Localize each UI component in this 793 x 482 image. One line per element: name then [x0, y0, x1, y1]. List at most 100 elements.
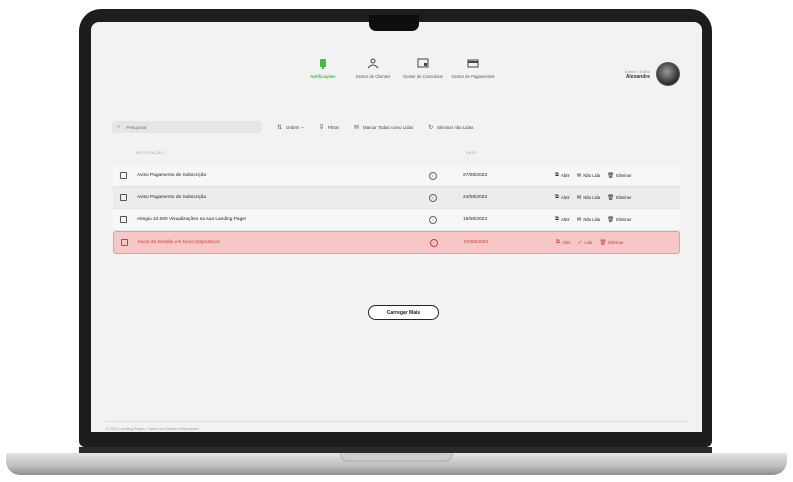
- open-button[interactable]: ⧉ Abrir: [555, 216, 570, 223]
- sort-icon: ⇅: [277, 124, 283, 131]
- laptop-opening-notch: [340, 453, 453, 462]
- trash-icon: 🗑: [607, 172, 615, 179]
- mark-unread-button[interactable]: ✉ Não Lida: [577, 216, 600, 223]
- chevron-down-icon: ⌄: [299, 124, 305, 129]
- table-row-unread[interactable]: Início de Sessão em Novo Dispositivo! i …: [113, 231, 680, 254]
- mark-unread-label: Não Lida: [583, 195, 601, 200]
- mark-read-label: Lida: [584, 240, 593, 245]
- trash-icon: 🗑: [599, 239, 607, 246]
- user-menu[interactable]: Admin / Editor Alexandre: [625, 62, 680, 86]
- content-icon: [417, 58, 429, 68]
- top-nav: Notificações Gestor de Clientes Gestor d…: [301, 58, 495, 79]
- toolbar: ⌕ ⇅ Ordem ⌄ ⊽ Filtrar ✉ Marcar Todas com…: [112, 121, 680, 133]
- nav-clients[interactable]: Gestor de Clientes: [351, 58, 395, 79]
- notification-text: Aviso Pagamento de Subscrição: [137, 173, 207, 178]
- delete-button[interactable]: 🗑 Eliminar: [599, 239, 623, 246]
- notification-date: 07/08/2023: [464, 240, 489, 245]
- search-box[interactable]: ⌕: [112, 121, 262, 133]
- notification-date: 24/08/2023: [463, 195, 488, 200]
- table-row[interactable]: Aviso Pagamento de Subscrição i 24/08/20…: [113, 187, 680, 209]
- col-notification[interactable]: NOTIFICAÇÃO ↓: [136, 150, 166, 155]
- mark-all-read-button[interactable]: ✉ Marcar Todas como Lidas: [354, 124, 413, 131]
- filter-label: Filtrar: [327, 124, 339, 130]
- open-icon: ⧉: [556, 239, 560, 245]
- notification-date: 27/08/2023: [463, 173, 488, 178]
- user-name: Alexandre: [625, 73, 650, 80]
- camera-notch: [369, 15, 419, 31]
- sort-button[interactable]: ⇅ Ordem ⌄: [277, 124, 304, 131]
- open-label: Abrir: [560, 173, 570, 178]
- mail-icon: ✉: [576, 172, 582, 179]
- open-label: Abrir: [561, 240, 571, 245]
- mark-read-button[interactable]: ✓ Lida: [578, 239, 593, 246]
- check-icon: ✓: [577, 239, 583, 246]
- mark-unread-label: Não Lida: [583, 173, 601, 178]
- users-icon: [367, 58, 379, 69]
- open-button[interactable]: ⧉ Abrir: [555, 194, 570, 201]
- avatar[interactable]: [656, 62, 680, 86]
- row-checkbox[interactable]: [120, 194, 127, 201]
- delete-label: Eliminar: [608, 240, 624, 245]
- load-more-button[interactable]: Carregar Mais: [368, 305, 439, 320]
- mail-icon: ✉: [354, 124, 360, 131]
- open-icon: ⧉: [555, 194, 559, 200]
- open-button[interactable]: ⧉ Abrir: [556, 239, 571, 246]
- info-icon: i: [430, 238, 438, 247]
- mark-all-read-label: Marcar Todas como Lidas: [363, 124, 414, 130]
- open-icon: ⧉: [555, 172, 559, 178]
- footer-text: © 2023 Landing Pages • Todos os Direitos…: [106, 427, 199, 431]
- delete-label: Eliminar: [616, 217, 632, 222]
- delete-button[interactable]: 🗑 Eliminar: [607, 194, 631, 201]
- open-icon: ⧉: [555, 216, 559, 222]
- notification-text: Aviso Pagamento de Subscrição: [137, 195, 207, 200]
- table-row[interactable]: Atingiu 10.000 Visualizações na sua Land…: [113, 209, 680, 231]
- delete-label: Eliminar: [616, 195, 632, 200]
- nav-contents[interactable]: Gestor de Conteúdos: [401, 58, 445, 79]
- mark-unread-button[interactable]: ✉ Não Lida: [577, 172, 600, 179]
- nav-payments[interactable]: Gestor de Pagamentos: [451, 58, 495, 79]
- info-icon: i: [429, 171, 437, 180]
- table-row[interactable]: Aviso Pagamento de Subscrição i 27/08/20…: [113, 165, 680, 187]
- mail-icon: ✉: [576, 194, 582, 201]
- nav-notifications[interactable]: Notificações: [301, 58, 345, 79]
- mark-unread-button[interactable]: ✉ Não Lida: [577, 194, 600, 201]
- info-icon: i: [429, 215, 437, 224]
- trash-icon: 🗑: [607, 194, 615, 201]
- sort-label: Ordem: [286, 124, 300, 130]
- delete-button[interactable]: 🗑 Eliminar: [607, 216, 631, 223]
- search-icon: ⌕: [117, 123, 121, 130]
- notification-date: 15/08/2023: [463, 217, 488, 222]
- delete-button[interactable]: 🗑 Eliminar: [607, 172, 631, 179]
- app-screen: Notificações Gestor de Clientes Gestor d…: [91, 22, 702, 432]
- footer-divider: [105, 421, 688, 422]
- refresh-icon: ↻: [428, 124, 434, 131]
- delete-label: Eliminar: [616, 173, 632, 178]
- bell-icon: [320, 59, 326, 69]
- search-input[interactable]: [124, 123, 229, 131]
- table-header: NOTIFICAÇÃO ↓ DATA ↓: [136, 150, 476, 160]
- trash-icon: 🗑: [607, 216, 615, 223]
- info-icon: i: [429, 193, 437, 202]
- open-label: Abrir: [560, 195, 570, 200]
- filter-button[interactable]: ⊽ Filtrar: [319, 124, 339, 131]
- col-date[interactable]: DATA ↓: [466, 150, 476, 160]
- nav-label: Gestor de Conteúdos: [403, 74, 443, 79]
- open-button[interactable]: ⧉ Abrir: [555, 172, 570, 179]
- nav-label: Gestor de Pagamentos: [451, 74, 495, 79]
- nav-label: Gestor de Clientes: [355, 74, 391, 79]
- notification-text: Início de Sessão em Novo Dispositivo!: [138, 240, 220, 245]
- nav-label: Notificações: [310, 74, 336, 79]
- open-label: Abrir: [560, 217, 570, 222]
- mail-icon: ✉: [576, 216, 582, 223]
- row-checkbox[interactable]: [120, 172, 127, 179]
- filter-icon: ⊽: [319, 124, 324, 131]
- delete-read-button[interactable]: ↻ Eliminar não Lidas: [428, 124, 473, 131]
- user-role: Admin / Editor: [624, 68, 650, 74]
- mark-unread-label: Não Lida: [583, 217, 601, 222]
- row-checkbox[interactable]: [120, 216, 127, 223]
- delete-read-label: Eliminar não Lidas: [437, 124, 474, 130]
- row-checkbox[interactable]: [121, 239, 128, 246]
- card-icon: [467, 59, 479, 68]
- notification-text: Atingiu 10.000 Visualizações na sua Land…: [137, 217, 247, 222]
- notifications-table: Aviso Pagamento de Subscrição i 27/08/20…: [113, 165, 680, 254]
